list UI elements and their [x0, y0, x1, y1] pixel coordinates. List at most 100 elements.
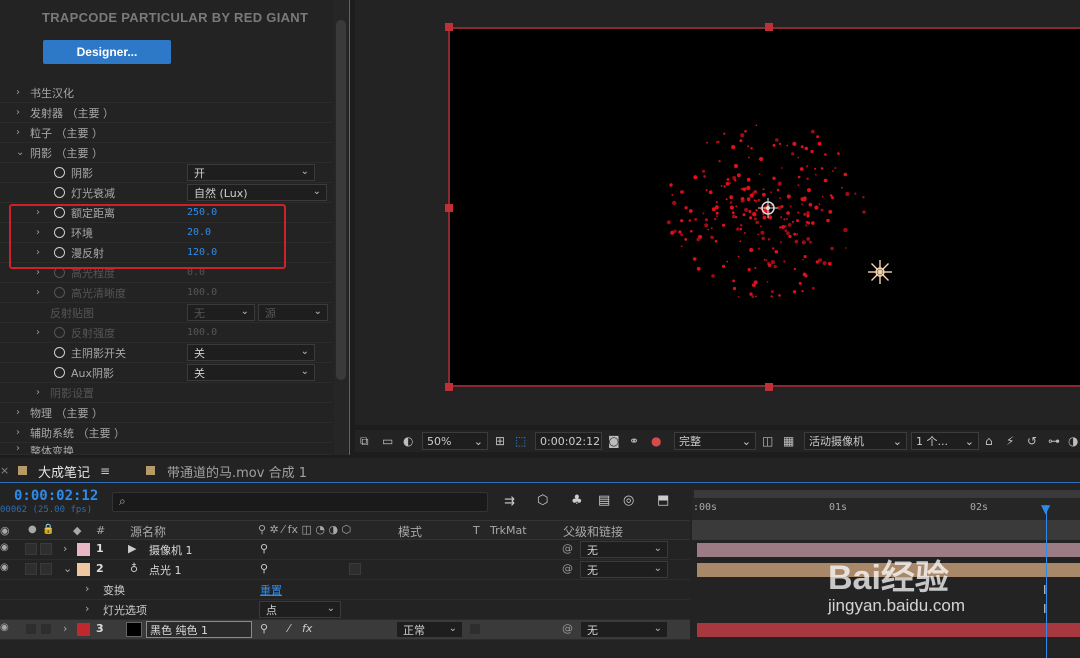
close-tab-icon[interactable]: × — [0, 464, 9, 477]
solo-icon[interactable]: ● — [28, 524, 37, 535]
expand-arrow-icon[interactable]: › — [85, 602, 89, 615]
property-row-light-options[interactable]: › 灯光选项 点 ⌄ — [0, 600, 690, 620]
lock-toggle[interactable] — [40, 623, 52, 635]
main-shading-dropdown[interactable]: 关 ⌄ — [187, 344, 315, 361]
fx-row-emitter[interactable]: › 发射器 （主要 ） — [0, 103, 332, 123]
preserve-transparency-toggle[interactable] — [469, 623, 481, 635]
eye-icon[interactable]: ◉ — [0, 542, 9, 553]
shy-switch-icon[interactable]: ⚲ — [260, 622, 268, 635]
transform-handle[interactable] — [445, 204, 453, 212]
expand-arrow-icon[interactable]: › — [36, 287, 40, 298]
effect-panel-scrollbar[interactable] — [334, 0, 348, 455]
shy-switch-icon[interactable]: ⚲ — [260, 542, 268, 555]
expand-arrow-icon[interactable]: › — [16, 427, 20, 438]
label-tag-icon[interactable]: ◆ — [73, 524, 81, 537]
layer-name[interactable]: 摄像机 1 — [149, 542, 193, 558]
shy-switch-icon[interactable]: ⚲ — [260, 562, 268, 575]
collapse-arrow-icon[interactable]: ⌄ — [63, 562, 72, 575]
lock-toggle[interactable] — [40, 563, 52, 575]
adjustment-switch[interactable] — [349, 563, 361, 575]
mask-icon[interactable]: ◐ — [403, 434, 413, 448]
expand-arrow-icon[interactable]: › — [16, 127, 20, 138]
solo-toggle[interactable] — [25, 543, 37, 555]
solo-toggle[interactable] — [25, 563, 37, 575]
solo-toggle[interactable] — [25, 623, 37, 635]
reflection-map-dropdown[interactable]: 无 ⌄ — [187, 304, 255, 321]
fx-row-particle[interactable]: › 粒子 （主要 ） — [0, 123, 332, 143]
reset-link[interactable]: 重置 — [260, 582, 282, 598]
resolution-dropdown[interactable]: 完整 ⌄ — [674, 432, 756, 450]
playhead-handle-icon[interactable]: ▼ — [1041, 502, 1050, 516]
monitor-icon[interactable]: ▭ — [382, 434, 393, 448]
layer-row[interactable]: ◉ › 1 ▶ 摄像机 1 ⚲ @ 无 ⌄ — [0, 540, 690, 560]
work-area-bar[interactable] — [694, 490, 1080, 498]
expand-arrow-icon[interactable]: › — [16, 407, 20, 418]
tab-menu-icon[interactable]: ≡ — [100, 464, 110, 478]
camera-view-dropdown[interactable]: 活动摄像机 ⌄ — [804, 432, 907, 450]
stopwatch-icon[interactable] — [54, 367, 65, 378]
parent-dropdown[interactable]: 无 ⌄ — [580, 561, 668, 578]
layer-label-color[interactable] — [77, 563, 90, 576]
tab-comp-main[interactable]: 大成笔记 — [38, 460, 90, 482]
flowchart-icon[interactable]: ⊶ — [1048, 434, 1060, 448]
views-dropdown[interactable]: 1 个... ⌄ — [911, 432, 979, 450]
view-options-icon[interactable]: ⌂ — [985, 434, 993, 448]
pickwhip-icon[interactable]: @ — [562, 622, 573, 635]
time-navigator[interactable] — [692, 520, 1080, 540]
reflection-source-dropdown[interactable]: 源 ⌄ — [258, 304, 328, 321]
shy-layers-icon[interactable]: ♣ — [571, 493, 583, 508]
transform-handle[interactable] — [765, 23, 773, 31]
color-channels-icon[interactable]: ● — [651, 434, 661, 448]
shading-dropdown[interactable]: 开 ⌄ — [187, 164, 315, 181]
transparency-grid-icon[interactable]: ▦ — [783, 434, 794, 448]
expand-arrow-icon[interactable]: › — [36, 327, 40, 338]
fast-draft-icon[interactable]: ⚡ — [1006, 434, 1014, 448]
transform-handle[interactable] — [765, 383, 773, 391]
layer-duration-bar[interactable] — [697, 623, 1080, 637]
draft-3d-icon[interactable]: ⬡ — [537, 493, 548, 508]
scrollbar-thumb[interactable] — [336, 20, 346, 380]
light-type-dropdown[interactable]: 点 ⌄ — [259, 601, 341, 618]
fx-row-aux-system[interactable]: › 辅助系统 （主要 ） — [0, 423, 332, 443]
layer-duration-bar[interactable] — [697, 543, 1080, 557]
current-time-display[interactable]: 0:00:02:12 — [14, 488, 98, 504]
time-ruler[interactable]: :00s 01s 02s — [692, 490, 1080, 520]
camera-snapshot-icon[interactable]: ◙ — [608, 434, 620, 448]
reset-exposure-icon[interactable]: ↺ — [1027, 434, 1037, 448]
expand-arrow-icon[interactable]: › — [36, 387, 40, 398]
expand-arrow-icon[interactable]: › — [16, 87, 20, 98]
eye-icon[interactable]: ◉ — [0, 622, 9, 633]
stopwatch-icon[interactable] — [54, 167, 65, 178]
expand-arrow-icon[interactable]: › — [63, 622, 67, 635]
transform-handle[interactable] — [445, 383, 453, 391]
expand-arrow-icon[interactable]: › — [16, 107, 20, 118]
layer-label-color[interactable] — [77, 623, 90, 636]
specular-sharpness-value[interactable]: 100.0 — [187, 287, 217, 298]
layer-row-selected[interactable]: ◉ › 3 黑色 纯色 1 ⚲ ⁄ fx 正常 ⌄ @ 无 ⌄ — [0, 620, 690, 640]
expand-arrow-icon[interactable]: › — [63, 542, 67, 555]
motion-blur-icon[interactable]: ◎ — [623, 493, 634, 508]
stopwatch-icon[interactable] — [54, 347, 65, 358]
col-parent[interactable]: 父级和链接 — [563, 523, 623, 540]
fx-row-shading-group[interactable]: ⌄ 阴影 （主要 ） — [0, 143, 332, 163]
expand-arrow-icon[interactable]: › — [16, 443, 20, 454]
layer-name-field[interactable]: 黑色 纯色 1 — [146, 621, 252, 638]
parent-dropdown[interactable]: 无 ⌄ — [580, 621, 668, 638]
stopwatch-icon[interactable] — [54, 327, 65, 338]
region-of-interest-icon[interactable]: ⬚ — [515, 434, 526, 448]
show-snapshot-icon[interactable]: ⚭ — [629, 434, 639, 448]
col-source-name[interactable]: 源名称 — [130, 523, 166, 540]
grid-icon[interactable]: ⊞ — [495, 434, 505, 448]
fx-row-physics[interactable]: › 物理 （主要 ） — [0, 403, 332, 423]
fast-preview-icon[interactable]: ◫ — [762, 434, 773, 448]
layer-bounds[interactable] — [448, 27, 1080, 387]
current-time-indicator[interactable] — [1046, 505, 1047, 658]
col-mode[interactable]: 模式 — [398, 523, 422, 540]
snapshot-toggle-icon[interactable]: ⧉ — [360, 434, 369, 449]
graph-editor-icon[interactable]: ⬒ — [657, 493, 669, 508]
pickwhip-icon[interactable]: @ — [562, 542, 573, 555]
property-row-transform[interactable]: › 变换 重置 — [0, 580, 690, 600]
blend-mode-dropdown[interactable]: 正常 ⌄ — [396, 621, 463, 638]
layer-name[interactable]: 点光 1 — [149, 562, 182, 578]
stopwatch-icon[interactable] — [54, 287, 65, 298]
